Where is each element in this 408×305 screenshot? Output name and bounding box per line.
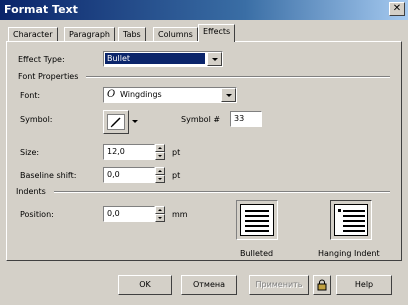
chevron-down-icon[interactable]	[221, 88, 236, 102]
baseline-shift-value: 0,0	[107, 170, 120, 179]
size-label: Size:	[20, 148, 40, 157]
symbol-picker-button[interactable]	[103, 110, 129, 134]
font-properties-heading: Font Properties	[18, 72, 79, 81]
baseline-shift-input[interactable]: 0,0	[103, 167, 155, 183]
spin-up-icon[interactable]	[155, 206, 165, 214]
position-unit: mm	[172, 210, 188, 219]
tab-paragraph[interactable]: Paragraph	[64, 27, 115, 42]
size-value: 12,0	[107, 147, 125, 156]
symbol-label: Symbol:	[20, 115, 53, 124]
tab-columns[interactable]: Columns	[153, 27, 198, 42]
symbol-number-field[interactable]: 33	[230, 111, 262, 127]
symbol-number-label: Symbol #	[181, 115, 221, 124]
spin-up-icon[interactable]	[155, 167, 165, 175]
indents-heading: Indents	[16, 187, 46, 196]
cancel-button-label: Отмена	[192, 280, 226, 289]
ok-button[interactable]: OK	[118, 275, 172, 295]
bulleted-label: Bulleted	[240, 249, 274, 258]
tab-label: Tabs	[123, 30, 141, 39]
position-spinner[interactable]	[155, 206, 165, 222]
size-spinner[interactable]	[155, 144, 165, 160]
help-button-label: Help	[354, 280, 374, 289]
pencil-icon	[110, 117, 121, 128]
baseline-shift-spinner[interactable]	[155, 167, 165, 183]
group-divider	[86, 76, 390, 78]
effect-type-dropdown[interactable]: Bullet	[103, 51, 223, 67]
close-button[interactable]: ✕	[389, 2, 405, 16]
lock-button[interactable]	[313, 275, 331, 295]
help-button[interactable]: Help	[336, 275, 392, 295]
group-divider	[54, 191, 390, 193]
chevron-down-icon[interactable]	[207, 52, 222, 66]
hanging-indent-option[interactable]	[330, 200, 372, 240]
opentype-font-icon: O	[107, 89, 116, 100]
tab-label: Columns	[158, 30, 193, 39]
spin-up-icon[interactable]	[155, 144, 165, 152]
bulleted-option[interactable]	[236, 200, 278, 240]
tab-label: Effects	[203, 27, 231, 36]
font-dropdown[interactable]: O Wingdings	[103, 87, 237, 103]
window-title: Format Text	[4, 3, 78, 16]
hanging-indent-preview-icon	[334, 204, 368, 236]
tab-tabs[interactable]: Tabs	[118, 27, 146, 42]
tab-label: Paragraph	[69, 30, 110, 39]
spin-down-icon[interactable]	[155, 214, 165, 222]
title-bar: Format Text ✕	[0, 0, 408, 20]
size-input[interactable]: 12,0	[103, 144, 155, 160]
position-input[interactable]: 0,0	[103, 206, 155, 222]
apply-button[interactable]: Применить	[249, 275, 309, 295]
bulleted-preview-icon	[240, 204, 274, 236]
symbol-number-value: 33	[234, 114, 245, 123]
font-value: Wingdings	[120, 90, 162, 99]
effect-type-value: Bullet	[105, 53, 205, 64]
size-unit: pt	[172, 148, 181, 157]
tab-effects[interactable]: Effects	[198, 24, 236, 42]
spin-down-icon[interactable]	[155, 175, 165, 183]
symbol-preview	[107, 114, 125, 130]
lock-icon	[317, 279, 327, 291]
spin-down-icon[interactable]	[155, 152, 165, 160]
effect-type-label: Effect Type:	[18, 55, 65, 64]
hanging-indent-label: Hanging Indent	[318, 249, 380, 258]
apply-button-label: Применить	[255, 280, 303, 289]
position-label: Position:	[20, 210, 54, 219]
symbol-dropdown-arrow-icon[interactable]	[132, 120, 138, 123]
tab-label: Character	[13, 30, 53, 39]
baseline-shift-label: Baseline shift:	[20, 171, 77, 180]
position-value: 0,0	[107, 209, 120, 218]
cancel-button[interactable]: Отмена	[181, 275, 237, 295]
baseline-shift-unit: pt	[172, 171, 181, 180]
ok-button-label: OK	[139, 280, 151, 289]
font-label: Font:	[20, 91, 41, 100]
tab-character[interactable]: Character	[8, 27, 58, 42]
